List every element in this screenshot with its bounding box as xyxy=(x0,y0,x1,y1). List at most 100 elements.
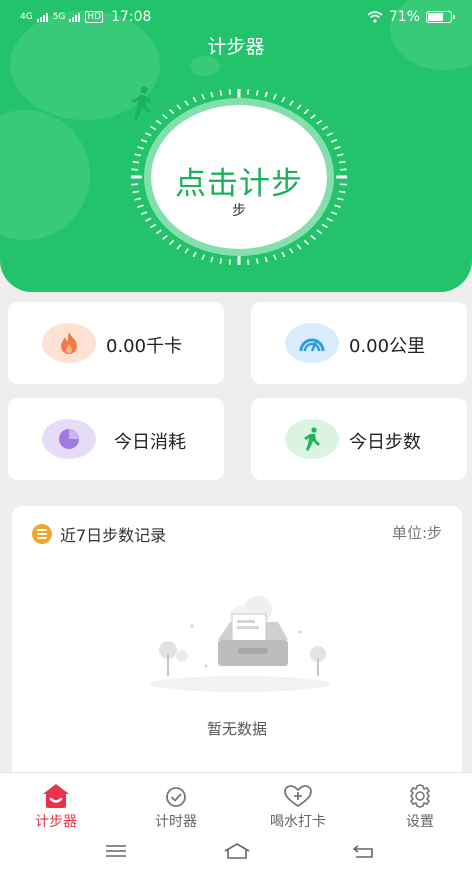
dial-tick xyxy=(192,251,197,258)
dial-tick xyxy=(310,234,316,240)
dial-tick xyxy=(303,239,309,245)
walking-person-icon xyxy=(131,86,151,120)
dial-tick xyxy=(296,244,302,250)
dial-tick xyxy=(228,259,231,265)
dial-tick xyxy=(255,258,259,264)
dial-tick xyxy=(137,146,144,150)
distance-value: 0.00公里 xyxy=(349,336,426,357)
today-consumption-label: 今日消耗 xyxy=(114,432,186,453)
decor-circle xyxy=(190,56,220,76)
dial-tick xyxy=(155,119,162,125)
dial-tick xyxy=(162,114,168,120)
pie-chart-icon xyxy=(42,419,96,459)
dial-tick xyxy=(145,132,152,137)
record-unit: 单位:步 xyxy=(391,524,442,542)
dial-tick xyxy=(330,139,338,143)
dial-tick xyxy=(228,89,231,95)
dial-tick xyxy=(247,89,250,95)
dial-tick xyxy=(316,119,323,125)
dial-tick xyxy=(176,244,182,250)
battery-percent: 71% xyxy=(388,9,420,25)
dial-tick xyxy=(303,109,309,115)
dial-tick xyxy=(184,248,189,254)
weekly-record-panel: 近7日步数记录 单位:步 暂无数据 xyxy=(12,506,462,796)
dial-tick xyxy=(219,258,223,264)
dial-tick xyxy=(272,93,277,100)
dial-tick xyxy=(247,259,250,265)
list-icon xyxy=(32,524,52,544)
speedometer-icon xyxy=(285,323,339,363)
record-title: 近7日步数记录 xyxy=(60,526,167,545)
runner-icon xyxy=(285,419,339,459)
step-header: 4G 5G HD 17:08 71% 计步器 点击计步 步 xyxy=(0,0,472,292)
dial-tick xyxy=(272,254,277,261)
battery-icon xyxy=(426,11,455,23)
dial-tick xyxy=(162,234,168,240)
network-indicator: 5G xyxy=(52,12,66,22)
dial-tick xyxy=(326,132,333,137)
gear-icon xyxy=(409,784,431,808)
start-counting-label: 点击计步 xyxy=(175,166,303,202)
dial-tick xyxy=(255,90,259,96)
dial-tick xyxy=(310,114,316,120)
dial-tick xyxy=(192,96,197,103)
step-dial-button[interactable]: 点击计步 步 xyxy=(128,86,350,268)
dial-tick xyxy=(316,229,323,235)
tab-label: 设置 xyxy=(406,814,434,830)
check-circle-icon xyxy=(166,787,186,807)
tab-label: 计步器 xyxy=(35,814,77,830)
today-steps-card[interactable]: 今日步数 xyxy=(251,398,467,480)
dial-tick xyxy=(289,248,294,254)
dial-tick xyxy=(281,251,286,258)
dial-tick xyxy=(321,223,328,229)
calories-value: 0.00千卡 xyxy=(106,336,183,357)
dial-tick xyxy=(201,93,206,100)
empty-box-illustration xyxy=(150,596,330,692)
system-nav-bar xyxy=(0,833,472,873)
tab-timer[interactable]: 计时器 xyxy=(126,783,226,831)
signal-icon xyxy=(69,12,81,22)
menu-icon[interactable] xyxy=(104,841,128,861)
tab-settings[interactable]: 设置 xyxy=(370,783,470,831)
tab-step-counter[interactable]: 计步器 xyxy=(6,783,106,831)
dial-tick xyxy=(140,139,148,143)
clock: 17:08 xyxy=(111,9,152,25)
dial-tick xyxy=(281,96,286,103)
heart-plus-icon xyxy=(284,785,312,808)
dial-tick xyxy=(169,109,175,115)
dial-tick xyxy=(321,125,328,131)
decor-circle xyxy=(0,110,90,240)
dial-tick xyxy=(176,104,182,110)
today-steps-label: 今日步数 xyxy=(349,432,421,453)
back-icon[interactable] xyxy=(350,841,378,861)
status-bar: 4G 5G HD 17:08 71% xyxy=(0,0,472,34)
home-nav-icon[interactable] xyxy=(222,841,252,861)
signal-icon xyxy=(36,12,48,22)
dial-tick xyxy=(296,104,302,110)
calories-card[interactable]: 0.00千卡 xyxy=(8,302,224,384)
tab-water-checkin[interactable]: 喝水打卡 xyxy=(248,783,348,831)
tab-label: 计时器 xyxy=(155,814,197,830)
app-screen: 4G 5G HD 17:08 71% 计步器 点击计步 步 0.00千卡 0.0… xyxy=(0,0,472,879)
dial-tick xyxy=(336,153,344,157)
dial-tick xyxy=(219,90,223,96)
network-indicator: 4G xyxy=(20,12,33,22)
dial-tick xyxy=(169,239,175,245)
page-title: 计步器 xyxy=(207,36,265,58)
dial-tick xyxy=(210,91,214,98)
empty-state-text: 暂无数据 xyxy=(206,720,267,738)
dial-tick xyxy=(150,223,157,229)
hd-badge: HD xyxy=(85,11,104,23)
dial-tick xyxy=(334,146,341,150)
tab-label: 喝水打卡 xyxy=(270,814,326,830)
dial-tick xyxy=(289,100,294,106)
wifi-icon xyxy=(367,11,383,23)
dial-tick xyxy=(201,254,206,261)
consumption-card[interactable]: 今日消耗 xyxy=(8,398,224,480)
bottom-tab-bar: 计步器 计时器 喝水打卡 设置 xyxy=(0,772,472,879)
dial-tick xyxy=(210,256,214,263)
dial-tick xyxy=(155,229,162,235)
flame-icon xyxy=(42,323,96,363)
step-unit-label: 步 xyxy=(232,203,246,219)
distance-card[interactable]: 0.00公里 xyxy=(251,302,467,384)
